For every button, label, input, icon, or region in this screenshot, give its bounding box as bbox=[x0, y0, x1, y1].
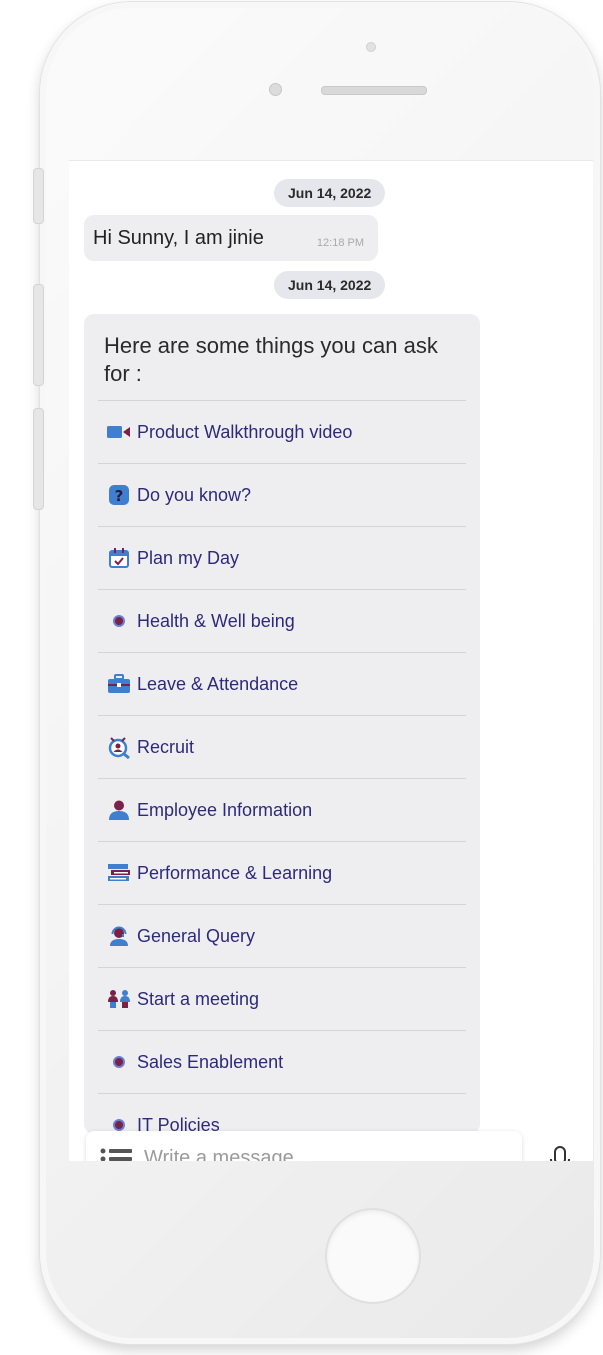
menu-item-start-meeting[interactable]: Start a meeting bbox=[98, 967, 466, 1030]
list-menu-icon[interactable] bbox=[100, 1147, 132, 1161]
menu-item-label: Product Walkthrough video bbox=[137, 421, 353, 442]
menu-item-label: Employee Information bbox=[137, 799, 313, 820]
menu-item-label: Performance & Learning bbox=[137, 862, 333, 883]
menu-item-label: Health & Well being bbox=[137, 610, 295, 631]
question-mark-icon: ? bbox=[107, 483, 131, 507]
bullet-dot-icon bbox=[107, 1050, 131, 1074]
menu-item-general-query[interactable]: General Query bbox=[98, 904, 466, 967]
books-icon bbox=[107, 861, 131, 885]
message-composer[interactable]: Write a message... bbox=[86, 1131, 522, 1161]
menu-item-label: Leave & Attendance bbox=[137, 673, 299, 694]
home-button[interactable] bbox=[325, 1208, 421, 1304]
volume-up-button[interactable] bbox=[33, 284, 44, 386]
briefcase-icon bbox=[107, 672, 131, 696]
message-input[interactable]: Write a message... bbox=[144, 1147, 310, 1161]
menu-item-leave-attendance[interactable]: Leave & Attendance bbox=[98, 652, 466, 715]
chat-screen: Jun 14, 2022 Hi Sunny, I am jinie 12:18 … bbox=[69, 160, 593, 1161]
menu-item-recruit[interactable]: Recruit bbox=[98, 715, 466, 778]
menu-item-it-policies[interactable]: IT Policies bbox=[98, 1093, 466, 1134]
bot-message-bubble: Hi Sunny, I am jinie 12:18 PM bbox=[84, 215, 378, 261]
video-camera-icon bbox=[107, 420, 131, 444]
message-time: 12:18 PM bbox=[316, 237, 364, 249]
date-chip: Jun 14, 2022 bbox=[274, 271, 386, 299]
menu-item-label: Recruit bbox=[137, 736, 195, 757]
menu-item-plan-my-day[interactable]: Plan my Day bbox=[98, 526, 466, 589]
suggestions-intro: Here are some things you can ask for : bbox=[104, 333, 438, 386]
mute-switch[interactable] bbox=[33, 168, 44, 224]
bullet-dot-icon bbox=[107, 609, 131, 633]
suggestions-list: Product Walkthrough video ? Do you know?… bbox=[98, 400, 466, 1134]
menu-item-employee-information[interactable]: Employee Information bbox=[98, 778, 466, 841]
proximity-sensor bbox=[269, 83, 282, 96]
suggestions-card: Here are some things you can ask for : P… bbox=[84, 314, 480, 1134]
menu-item-product-walkthrough[interactable]: Product Walkthrough video bbox=[98, 400, 466, 463]
date-chip: Jun 14, 2022 bbox=[274, 179, 386, 207]
earpiece-speaker bbox=[321, 86, 427, 95]
menu-item-label: Do you know? bbox=[137, 484, 252, 505]
menu-item-health-well-being[interactable]: Health & Well being bbox=[98, 589, 466, 652]
menu-item-label: Sales Enablement bbox=[137, 1051, 284, 1072]
recruit-search-icon bbox=[107, 735, 131, 759]
menu-item-performance-learning[interactable]: Performance & Learning bbox=[98, 841, 466, 904]
menu-item-label: General Query bbox=[137, 925, 256, 946]
front-camera bbox=[366, 42, 376, 52]
person-icon bbox=[107, 798, 131, 822]
menu-item-do-you-know[interactable]: ? Do you know? bbox=[98, 463, 466, 526]
menu-item-label: Start a meeting bbox=[137, 988, 260, 1009]
menu-item-label: Plan my Day bbox=[137, 547, 240, 568]
support-agent-icon bbox=[107, 924, 131, 948]
meeting-icon bbox=[107, 987, 131, 1011]
calendar-check-icon bbox=[107, 546, 131, 570]
volume-down-button[interactable] bbox=[33, 408, 44, 510]
message-text: Hi Sunny, I am jinie bbox=[93, 227, 264, 249]
svg-text:?: ? bbox=[115, 487, 124, 505]
menu-item-sales-enablement[interactable]: Sales Enablement bbox=[98, 1030, 466, 1093]
microphone-icon[interactable] bbox=[549, 1146, 571, 1161]
